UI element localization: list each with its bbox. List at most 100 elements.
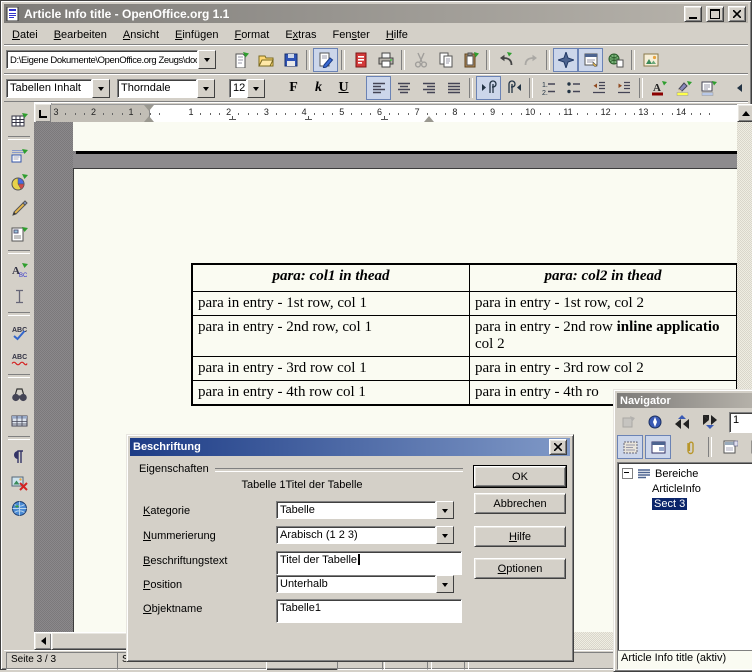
align-center-button[interactable]: [391, 76, 416, 100]
highlighting-button[interactable]: [671, 76, 696, 100]
maximize-button[interactable]: [706, 6, 724, 22]
numbering-button[interactable]: 1.2.: [536, 76, 561, 100]
url-dropdown-icon[interactable]: [198, 50, 216, 69]
paragraph-style-value[interactable]: Tabellen Inhalt: [6, 79, 92, 98]
menu-format[interactable]: Format: [226, 27, 277, 43]
draw-functions-button[interactable]: [5, 195, 33, 221]
position-value[interactable]: Unterhalb: [276, 575, 436, 593]
kategorie-value[interactable]: Tabelle: [276, 501, 436, 519]
new-document-button[interactable]: [228, 48, 253, 72]
status-page[interactable]: Seite 3 / 3: [6, 652, 118, 670]
cancel-button[interactable]: Abbrechen: [474, 493, 566, 514]
position-dropdown-icon[interactable]: [436, 575, 454, 593]
tab-type-selector[interactable]: [34, 103, 52, 123]
edit-file-button[interactable]: [313, 48, 338, 72]
align-right-button[interactable]: [416, 76, 441, 100]
font-size-value[interactable]: 12: [229, 79, 247, 98]
document-table[interactable]: para: col1 in thead para: col2 in thead …: [191, 263, 737, 406]
insert-table-button[interactable]: [5, 107, 33, 133]
copy-button[interactable]: [433, 48, 458, 72]
navigator-tree[interactable]: Bereiche ArticleInfo Sect 3: [617, 462, 752, 653]
scroll-left-icon[interactable]: [34, 632, 52, 650]
underline-button[interactable]: U: [331, 76, 356, 100]
navigator-button[interactable]: [553, 48, 578, 72]
objektname-input[interactable]: Tabelle1: [276, 599, 462, 623]
menu-hilfe[interactable]: Hilfe: [378, 27, 416, 43]
export-pdf-button[interactable]: [348, 48, 373, 72]
previous-button[interactable]: [669, 410, 695, 434]
beschriftungstext-input[interactable]: Titel der Tabelle: [276, 551, 462, 575]
direct-cursor-button[interactable]: [5, 283, 33, 309]
save-button[interactable]: [278, 48, 303, 72]
nummerierung-value[interactable]: Arabisch (1 2 3): [276, 526, 436, 544]
navigation-button[interactable]: [643, 410, 667, 434]
tree-item-sect3[interactable]: Sect 3: [618, 496, 752, 511]
kategorie-combobox[interactable]: Tabelle: [276, 501, 454, 519]
italic-button[interactable]: k: [306, 76, 331, 100]
justify-button[interactable]: [441, 76, 466, 100]
form-functions-button[interactable]: [5, 221, 33, 247]
ok-button[interactable]: OK: [474, 466, 566, 487]
font-name-dropdown-icon[interactable]: [197, 79, 215, 98]
font-name-value[interactable]: Thorndale: [117, 79, 197, 98]
next-button[interactable]: [697, 410, 723, 434]
table-cell[interactable]: para in entry - 3rd row col 2: [470, 357, 736, 381]
header-icon[interactable]: [717, 435, 743, 459]
url-combobox[interactable]: D:\Eigene Dokumente\OpenOffice.org Zeugs…: [6, 50, 216, 69]
table-cell[interactable]: para in entry - 1st row, col 2: [470, 292, 736, 316]
close-button[interactable]: [728, 6, 746, 22]
graphics-on-off-button[interactable]: [5, 469, 33, 495]
stylist-button[interactable]: [578, 48, 603, 72]
minimize-button[interactable]: [684, 6, 702, 22]
page-2-bottom[interactable]: [73, 122, 737, 151]
nummerierung-dropdown-icon[interactable]: [436, 526, 454, 544]
menu-extras[interactable]: Extras: [277, 27, 324, 43]
insert-object-button[interactable]: [5, 169, 33, 195]
collapse-icon[interactable]: [622, 468, 633, 479]
bullets-button[interactable]: [561, 76, 586, 100]
position-combobox[interactable]: Unterhalb: [276, 575, 454, 593]
paragraph-style-dropdown-icon[interactable]: [92, 79, 110, 98]
font-color-button[interactable]: A: [646, 76, 671, 100]
menu-fenster[interactable]: Fenster: [325, 27, 378, 43]
insert-button[interactable]: ABC: [5, 257, 33, 283]
table-header-cell[interactable]: para: col2 in thead: [470, 265, 736, 292]
table-header-cell[interactable]: para: col1 in thead: [193, 265, 470, 292]
kategorie-dropdown-icon[interactable]: [436, 501, 454, 519]
drag-mode-icon[interactable]: [645, 435, 671, 459]
table-cell[interactable]: para in entry - 2nd row inline applicati…: [470, 316, 736, 357]
menu-einfuegen[interactable]: Einfügen: [167, 27, 226, 43]
table-cell[interactable]: para in entry - 2nd row, col 1: [193, 316, 470, 357]
spellcheck-button[interactable]: ABC: [5, 319, 33, 345]
dialog-close-icon[interactable]: [549, 439, 567, 455]
help-button[interactable]: Hilfe: [474, 526, 566, 547]
footer-icon[interactable]: [745, 435, 752, 459]
font-size-dropdown-icon[interactable]: [247, 79, 265, 98]
find-replace-button[interactable]: [5, 381, 33, 407]
align-left-button[interactable]: [366, 76, 391, 100]
ruler[interactable]: 3211234567891011121314: [51, 104, 738, 123]
scrollbar-thumb[interactable]: [51, 632, 131, 650]
page-number-spinner[interactable]: 1: [729, 412, 752, 433]
table-cell[interactable]: para in entry - 3rd row col 1: [193, 357, 470, 381]
table-cell[interactable]: para in entry - 4th row col 1: [193, 381, 470, 404]
nonprinting-characters-button[interactable]: [5, 443, 33, 469]
tree-item-bereiche[interactable]: Bereiche: [618, 466, 752, 481]
menu-datei[interactable]: Datei: [4, 27, 46, 43]
right-to-left-button[interactable]: [501, 76, 526, 100]
right-indent-marker[interactable]: [424, 111, 434, 122]
online-layout-button[interactable]: [5, 495, 33, 521]
table-cell[interactable]: para in entry - 1st row, col 1: [193, 292, 470, 316]
paragraph-style-combobox[interactable]: Tabellen Inhalt: [6, 79, 110, 98]
tree-item-articleinfo[interactable]: ArticleInfo: [618, 481, 752, 496]
increase-indent-button[interactable]: [611, 76, 636, 100]
content-view-icon[interactable]: [617, 435, 643, 459]
print-button[interactable]: [373, 48, 398, 72]
insert-frame-button[interactable]: [5, 143, 33, 169]
scroll-up-icon[interactable]: [737, 104, 752, 122]
url-value[interactable]: D:\Eigene Dokumente\OpenOffice.org Zeugs…: [6, 50, 198, 69]
nummerierung-combobox[interactable]: Arabisch (1 2 3): [276, 526, 454, 544]
menu-bearbeiten[interactable]: Bearbeiten: [46, 27, 115, 43]
left-indent-marker[interactable]: [144, 111, 154, 122]
bold-button[interactable]: F: [281, 76, 306, 100]
